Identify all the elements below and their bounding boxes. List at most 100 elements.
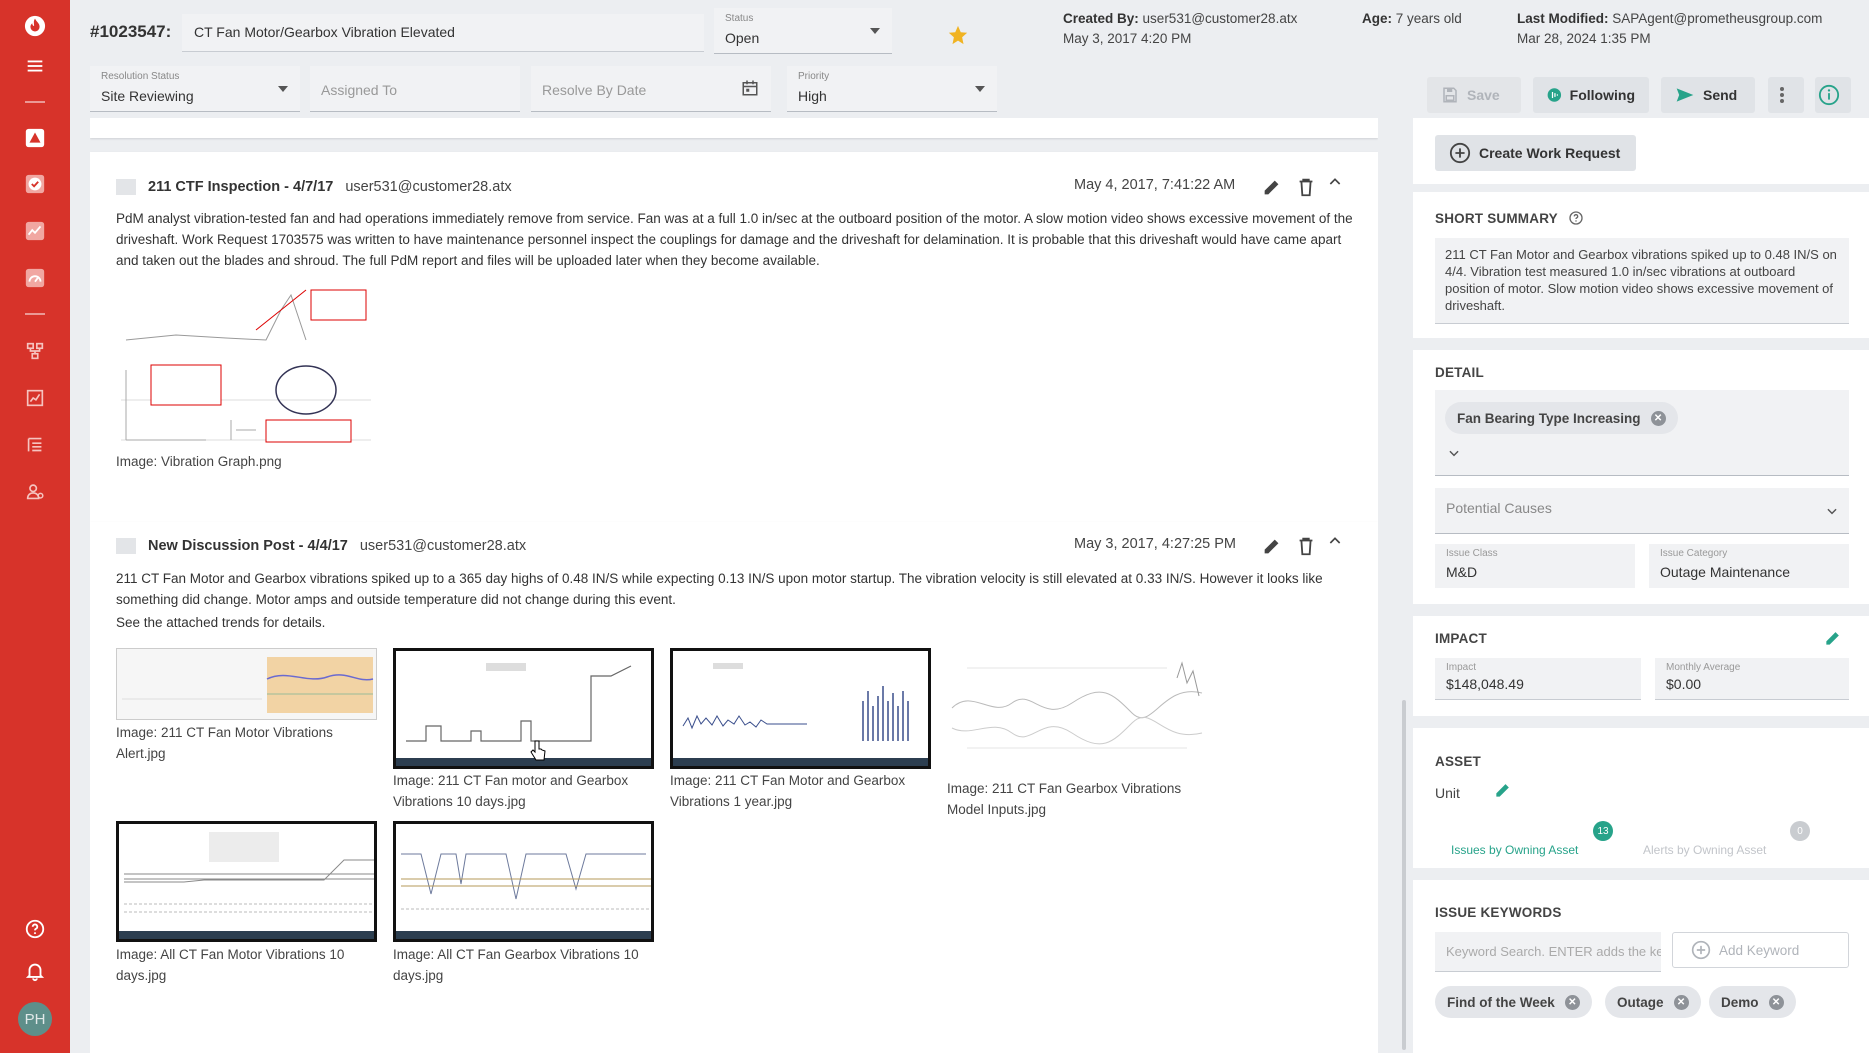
- potential-causes-select[interactable]: Potential Causes: [1435, 488, 1849, 534]
- avatar[interactable]: PH: [18, 1002, 52, 1036]
- send-label: Send: [1703, 87, 1738, 103]
- issues-count-badge: 13: [1593, 821, 1613, 841]
- last-modified-date: Mar 28, 2024 1:35 PM: [1517, 31, 1651, 46]
- resolve-by-date-placeholder: Resolve By Date: [542, 82, 647, 98]
- resolution-status-label: Resolution Status: [101, 71, 180, 82]
- create-work-request-button[interactable]: Create Work Request: [1435, 135, 1636, 171]
- image-thumbnail[interactable]: [393, 648, 654, 769]
- add-keyword-button[interactable]: Add Keyword: [1672, 932, 1849, 968]
- chevron-down-icon: [278, 86, 288, 92]
- image-thumbnail-vibration-graph[interactable]: [116, 280, 374, 450]
- monthly-average-field[interactable]: Monthly Average $0.00: [1655, 658, 1849, 700]
- post-header: New Discussion Post - 4/4/17 user531@cus…: [116, 536, 526, 556]
- monthly-average-label: Monthly Average: [1666, 662, 1741, 673]
- edit-icon[interactable]: [1493, 780, 1513, 800]
- send-button[interactable]: Send: [1661, 77, 1755, 113]
- post-header: 211 CTF Inspection - 4/7/17 user531@cust…: [116, 177, 512, 197]
- issues-icon[interactable]: [17, 166, 53, 202]
- keyword-chip-label: Outage: [1617, 994, 1664, 1010]
- edit-icon[interactable]: [1261, 535, 1283, 557]
- chip-remove-icon[interactable]: ✕: [1768, 994, 1784, 1010]
- post-body: 211 CT Fan Motor and Gearbox vibrations …: [116, 571, 1323, 607]
- add-circle-icon: [1691, 940, 1711, 960]
- image-thumbnail[interactable]: [116, 648, 377, 720]
- keyword-search-input[interactable]: Keyword Search. ENTER adds the keyword: [1435, 932, 1661, 972]
- following-button[interactable]: Following: [1533, 77, 1649, 113]
- last-modified-label: Last Modified:: [1517, 11, 1609, 26]
- hierarchy-icon[interactable]: [17, 333, 53, 369]
- short-summary-title-text: SHORT SUMMARY: [1435, 211, 1558, 226]
- chip-remove-icon[interactable]: ✕: [1673, 994, 1689, 1010]
- short-summary-textarea[interactable]: 211 CT Fan Motor and Gearbox vibrations …: [1435, 238, 1849, 324]
- issue-id: #1023547:: [90, 22, 172, 41]
- post-title: New Discussion Post - 4/4/17: [148, 538, 348, 554]
- bell-icon[interactable]: [17, 953, 53, 989]
- detail-chip: Fan Bearing Type Increasing ✕: [1445, 402, 1678, 434]
- list-icon[interactable]: [17, 427, 53, 463]
- last-modified-by: SAPAgent@prometheusgroup.com: [1612, 11, 1823, 26]
- alerts-by-owning-asset-link[interactable]: Alerts by Owning Asset: [1643, 843, 1766, 857]
- keyword-chip: Find of the Week ✕: [1435, 986, 1592, 1018]
- detail-title: DETAIL: [1435, 365, 1484, 380]
- delete-icon[interactable]: [1295, 176, 1317, 198]
- image-thumbnail[interactable]: [947, 648, 1208, 776]
- sidebar-divider: [25, 101, 45, 103]
- help-icon[interactable]: [17, 911, 53, 947]
- post-date: May 3, 2017, 4:27:25 PM: [1074, 536, 1237, 552]
- info-button[interactable]: [1815, 77, 1851, 113]
- alert-icon[interactable]: [17, 120, 53, 156]
- chevron-down-icon[interactable]: [1447, 446, 1461, 460]
- image-thumbnail[interactable]: [116, 821, 377, 942]
- following-icon: [1547, 88, 1562, 102]
- issue-details-panel: Create Work Request SHORT SUMMARY 211 CT…: [1413, 118, 1869, 1053]
- menu-icon[interactable]: [17, 48, 53, 84]
- detail-select[interactable]: Fan Bearing Type Increasing ✕: [1435, 390, 1849, 476]
- save-button[interactable]: Save: [1427, 77, 1521, 113]
- chart-icon[interactable]: [17, 380, 53, 416]
- resolution-status-select[interactable]: Resolution Status Site Reviewing: [90, 66, 300, 112]
- scrollbar[interactable]: [1402, 700, 1406, 1050]
- following-label: Following: [1569, 87, 1635, 103]
- post-title: 211 CTF Inspection - 4/7/17: [148, 179, 334, 195]
- detail-chip-label: Fan Bearing Type Increasing: [1457, 410, 1641, 426]
- edit-icon[interactable]: [1823, 628, 1843, 648]
- section-separator: [1413, 184, 1869, 192]
- created-by-value: user531@customer28.atx: [1142, 11, 1298, 26]
- post-checkbox[interactable]: [116, 179, 136, 195]
- chip-remove-icon[interactable]: ✕: [1650, 410, 1666, 426]
- trend-icon[interactable]: [17, 213, 53, 249]
- dashboard-icon[interactable]: [17, 260, 53, 296]
- save-icon: [1443, 87, 1457, 103]
- created-by-info: Created By: user531@customer28.atx May 3…: [1063, 9, 1297, 49]
- issue-header: #1023547: CT Fan Motor/Gearbox Vibration…: [70, 0, 1869, 128]
- issue-title-input[interactable]: CT Fan Motor/Gearbox Vibration Elevated: [182, 14, 704, 52]
- priority-select[interactable]: Priority High: [787, 66, 997, 112]
- impact-field[interactable]: Impact $148,048.49: [1435, 658, 1641, 700]
- edit-icon[interactable]: [1261, 176, 1283, 198]
- post-date: May 4, 2017, 7:41:22 AM: [1074, 177, 1236, 193]
- calendar-icon[interactable]: [741, 79, 759, 97]
- assigned-to-input[interactable]: Assigned To: [310, 66, 520, 112]
- logo-icon[interactable]: [17, 8, 53, 44]
- last-modified-info: Last Modified: SAPAgent@prometheusgroup.…: [1517, 9, 1822, 49]
- chevron-down-icon: [1827, 508, 1837, 515]
- image-thumbnail[interactable]: [670, 648, 931, 769]
- impact-label: Impact: [1446, 662, 1477, 673]
- users-icon[interactable]: [17, 474, 53, 510]
- help-icon[interactable]: [1568, 210, 1584, 226]
- post-checkbox[interactable]: [116, 538, 136, 554]
- collapse-icon[interactable]: [1327, 174, 1343, 190]
- issues-by-owning-asset-link[interactable]: Issues by Owning Asset: [1451, 843, 1578, 857]
- star-icon[interactable]: [947, 24, 969, 49]
- status-select[interactable]: Status Open: [714, 8, 892, 54]
- issue-class-field[interactable]: Issue Class M&D: [1435, 544, 1635, 588]
- collapse-icon[interactable]: [1327, 533, 1343, 549]
- image-thumbnail[interactable]: [393, 821, 654, 942]
- issue-category-field[interactable]: Issue Category Outage Maintenance: [1649, 544, 1849, 588]
- more-vert-icon: [1780, 87, 1784, 103]
- delete-icon[interactable]: [1295, 535, 1317, 557]
- resolve-by-date-input[interactable]: Resolve By Date: [531, 66, 771, 112]
- more-options-button[interactable]: [1768, 77, 1804, 113]
- chip-remove-icon[interactable]: ✕: [1564, 994, 1580, 1010]
- discussion-post: New Discussion Post - 4/4/17 user531@cus…: [90, 522, 1378, 1053]
